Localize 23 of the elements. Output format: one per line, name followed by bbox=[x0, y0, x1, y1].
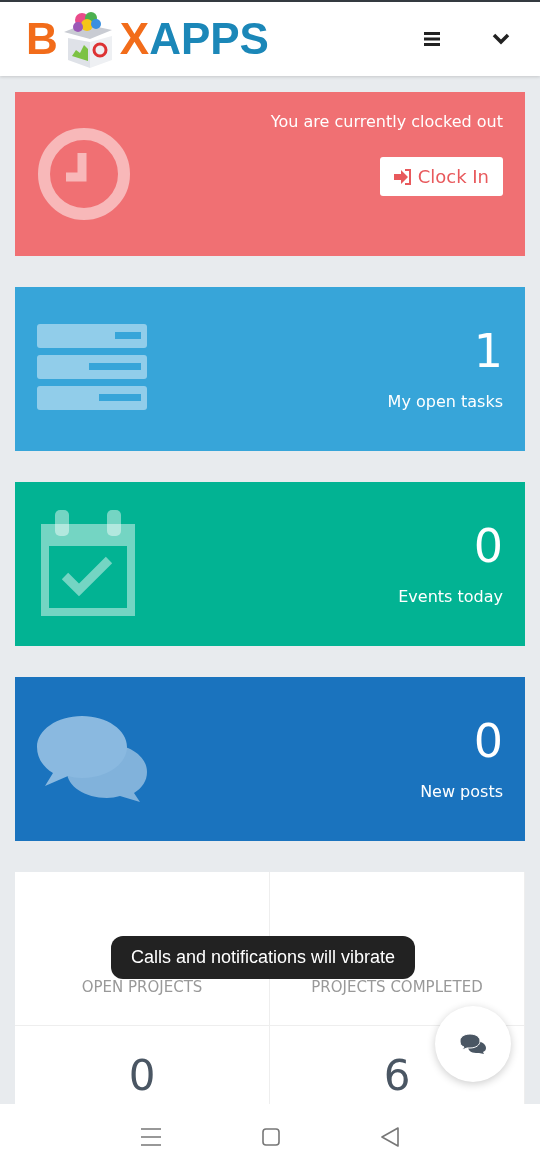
stat-count: 0 bbox=[473, 717, 503, 764]
chat-icon bbox=[460, 1034, 486, 1054]
stat-count: 1 bbox=[473, 327, 503, 374]
recents-button[interactable] bbox=[140, 1128, 161, 1146]
sign-in-icon bbox=[393, 168, 412, 185]
logo-text: APPS bbox=[149, 17, 269, 61]
project-stat-label: OPEN PROJECTS bbox=[81, 978, 203, 996]
logo-letter: B bbox=[26, 17, 58, 61]
chat-bubbles-icon bbox=[37, 716, 147, 802]
stat-label: New posts bbox=[420, 781, 503, 801]
clock-status: You are currently clocked out bbox=[270, 112, 503, 131]
toast-message: Calls and notifications will vibrate bbox=[111, 936, 416, 979]
stat-label: Events today bbox=[398, 586, 503, 606]
stat-count: 0 bbox=[473, 522, 503, 569]
stat-label: My open tasks bbox=[387, 391, 503, 411]
home-button[interactable] bbox=[262, 1128, 280, 1146]
project-stat-value: 6 bbox=[383, 1052, 411, 1100]
project-stat-label: PROJECTS COMPLETED bbox=[311, 978, 483, 996]
clock-in-button[interactable]: Clock In bbox=[379, 157, 503, 196]
logo-letter: X bbox=[119, 17, 150, 61]
project-stat-value: 0 bbox=[128, 1052, 156, 1100]
clock-icon bbox=[37, 127, 131, 221]
back-button[interactable] bbox=[381, 1127, 400, 1147]
